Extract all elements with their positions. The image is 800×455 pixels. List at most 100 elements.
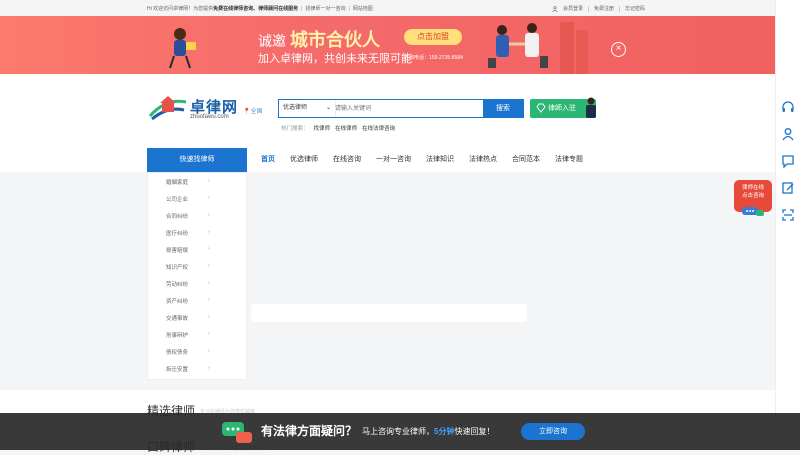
float-line1: 律师在线 [741,185,764,191]
category-item[interactable]: 婚姻家庭 › [166,178,211,186]
top-link-consult[interactable]: 找律师一对一咨询 [305,6,345,12]
location-label: 全国 [250,109,263,115]
category-item[interactable]: 合同纠纷 › [166,212,211,220]
chevron-right-icon: › [208,178,210,184]
category-item[interactable]: 刑事辩护 › [166,331,211,339]
chat-bubble-icon [742,207,764,216]
join-button[interactable]: 点击加盟 [404,29,462,45]
banner-subtitle: 加入卓律网，共创未来无限可能 [258,53,412,65]
greeting-prefix: Hi 欢迎访问卓律网！为您提供 [147,6,214,12]
lawyer-avatar-icon [586,97,596,118]
hot-item-online-lawyer[interactable]: 在线律师 [335,126,357,132]
category-label: 拆迁安置 [166,367,189,373]
quick-find-lawyer[interactable]: 快速找律师 [147,148,247,172]
message-icon[interactable] [781,154,795,168]
lawyer-settle-button[interactable]: 律師入驻 [530,97,596,118]
search-type-select[interactable]: 优选律师 ⌄ [279,100,336,117]
category-item[interactable]: 拆迁安置 › [166,365,211,373]
category-label: 婚姻家庭 [166,180,189,186]
settle-label: 律師入驻 [548,105,576,112]
lawyer-online-float[interactable]: 律师在线 点击咨询 [734,180,772,216]
user-icon [552,5,558,12]
logo-en: zhuofawu.com [190,114,229,120]
chat-bubbles-icon [222,422,252,443]
nav-item-contracts[interactable]: 合同范本 [512,148,540,172]
site-header: 卓律网 zhuofawu.com 📍全国 优选律师 ⌄ 搜索 热门搜索：找律师在… [0,74,775,148]
category-label: 刑事辩护 [166,333,189,339]
diamond-icon [536,103,546,113]
float-line2: 点击咨询 [741,193,764,199]
chevron-right-icon: › [208,280,210,286]
category-label: 资产纠纷 [166,299,189,305]
category-label: 知识产权 [166,265,189,271]
top-link-sitemap[interactable]: 网站地图 [353,6,373,12]
nav-item-one-on-one[interactable]: 一对一咨询 [376,148,411,172]
search-type-label: 优选律师 [283,105,308,111]
nav-item-topics[interactable]: 法律专题 [555,148,583,172]
account-links: 会员登录 免费注册 忘记密码 [552,5,645,12]
consult-now-button[interactable]: 立即咨询 [521,423,585,440]
register-link[interactable]: 免费注册 [594,5,614,12]
search-box: 优选律师 ⌄ 搜索 [278,99,524,118]
lady-illustration-icon [169,28,196,69]
category-item[interactable]: 知识产权 › [166,263,211,271]
welcome-text: Hi 欢迎访问卓律网！为您提供免费在线律师咨询、律师顾问在线服务 | 找律师一对一咨… [147,6,373,12]
partner-banner[interactable]: 诚邀 城市合伙人 加入卓律网，共创未来无限可能 点击加盟 咨询电话：159-273… [0,16,775,74]
category-item[interactable]: 资产纠纷 › [166,297,211,305]
category-item[interactable]: 损害赔偿 › [166,246,211,254]
bottom-question: 有法律方面疑问？ [261,424,358,438]
site-logo[interactable]: 卓律网 zhuofawu.com [148,94,238,122]
nav-item-legal-knowledge[interactable]: 法律知识 [426,148,454,172]
scan-icon[interactable] [781,208,795,222]
banner-phone: 咨询电话：159-2735-8584 [404,55,463,61]
banner-close-icon[interactable]: × [611,42,626,57]
hot-search: 热门搜索： 找律师 在线律师 在线法律咨询 [281,124,395,132]
top-bar: Hi 欢迎访问卓律网！为您提供免费在线律师咨询、律师顾问在线服务 | 找律师一对一咨… [0,0,775,16]
category-label: 劳动纠纷 [166,282,189,288]
category-label: 损害赔偿 [166,248,189,254]
category-item[interactable]: 债权债务 › [166,348,211,356]
category-label: 交通事故 [166,316,189,322]
chevron-right-icon: › [208,314,210,320]
info-strip [251,304,527,322]
user-icon[interactable] [781,127,795,141]
nav-item-home[interactable]: 首页 [261,148,275,172]
category-label: 合同纠纷 [166,214,189,220]
chevron-right-icon: › [208,212,210,218]
chevron-right-icon: › [208,331,210,337]
bottom-consult-bar: 有法律方面疑问？ 马上咨询专业律师，5分钟快速回复！ 立即咨询 [0,413,800,450]
category-item[interactable]: 劳动纠纷 › [166,280,211,288]
banner-invite: 诚邀 城市合伙人 [258,26,380,52]
chevron-right-icon: › [208,348,210,354]
search-button[interactable]: 搜索 [483,100,523,117]
invite-big: 城市合伙人 [290,30,380,50]
category-item[interactable]: 医疗纠纷 › [166,229,211,237]
member-login-link[interactable]: 会员登录 [563,5,583,12]
invite-prefix: 诚邀 [258,33,286,49]
greeting-bold: 免费在线律师咨询、律师顾问在线服务 [213,6,299,12]
search-input[interactable] [333,101,487,116]
nav-item-online-consult[interactable]: 在线咨询 [333,148,361,172]
nav-item-legal-hot[interactable]: 法律热点 [469,148,497,172]
right-rail [775,0,800,450]
category-label: 债权债务 [166,350,189,356]
edit-icon[interactable] [781,181,795,195]
chevron-right-icon: › [208,229,210,235]
headset-icon[interactable] [781,100,795,114]
bottom-text-prefix: 马上咨询专业律师， [362,427,434,436]
carousel-area[interactable] [251,172,527,300]
nav-item-featured-lawyers[interactable]: 优选律师 [290,148,318,172]
chevron-right-icon: › [208,195,210,201]
handshake-illustration-icon [488,22,588,74]
category-item[interactable]: 交通事故 › [166,314,211,322]
hot-item-find-lawyer[interactable]: 找律师 [314,126,331,132]
category-menu: 婚姻家庭 › 公司企业 › 合同纠纷 › 医疗纠纷 › 损害赔偿 › 知识产权 › 劳动纠纷… [147,172,247,380]
chevron-right-icon: › [208,246,210,252]
category-item[interactable]: 公司企业 › [166,195,211,203]
location-selector[interactable]: 📍全国 [243,106,263,115]
hot-item-online-consult[interactable]: 在线法律咨询 [362,126,395,132]
forgot-password-link[interactable]: 忘记密码 [625,5,645,12]
bottom-text-suffix: 快速回复！ [454,427,495,436]
chevron-right-icon: › [208,263,210,269]
main-nav: 快速找律师 首页 优选律师 在线咨询 一对一咨询 法律知识 法律热点 合同范本 … [0,148,775,172]
